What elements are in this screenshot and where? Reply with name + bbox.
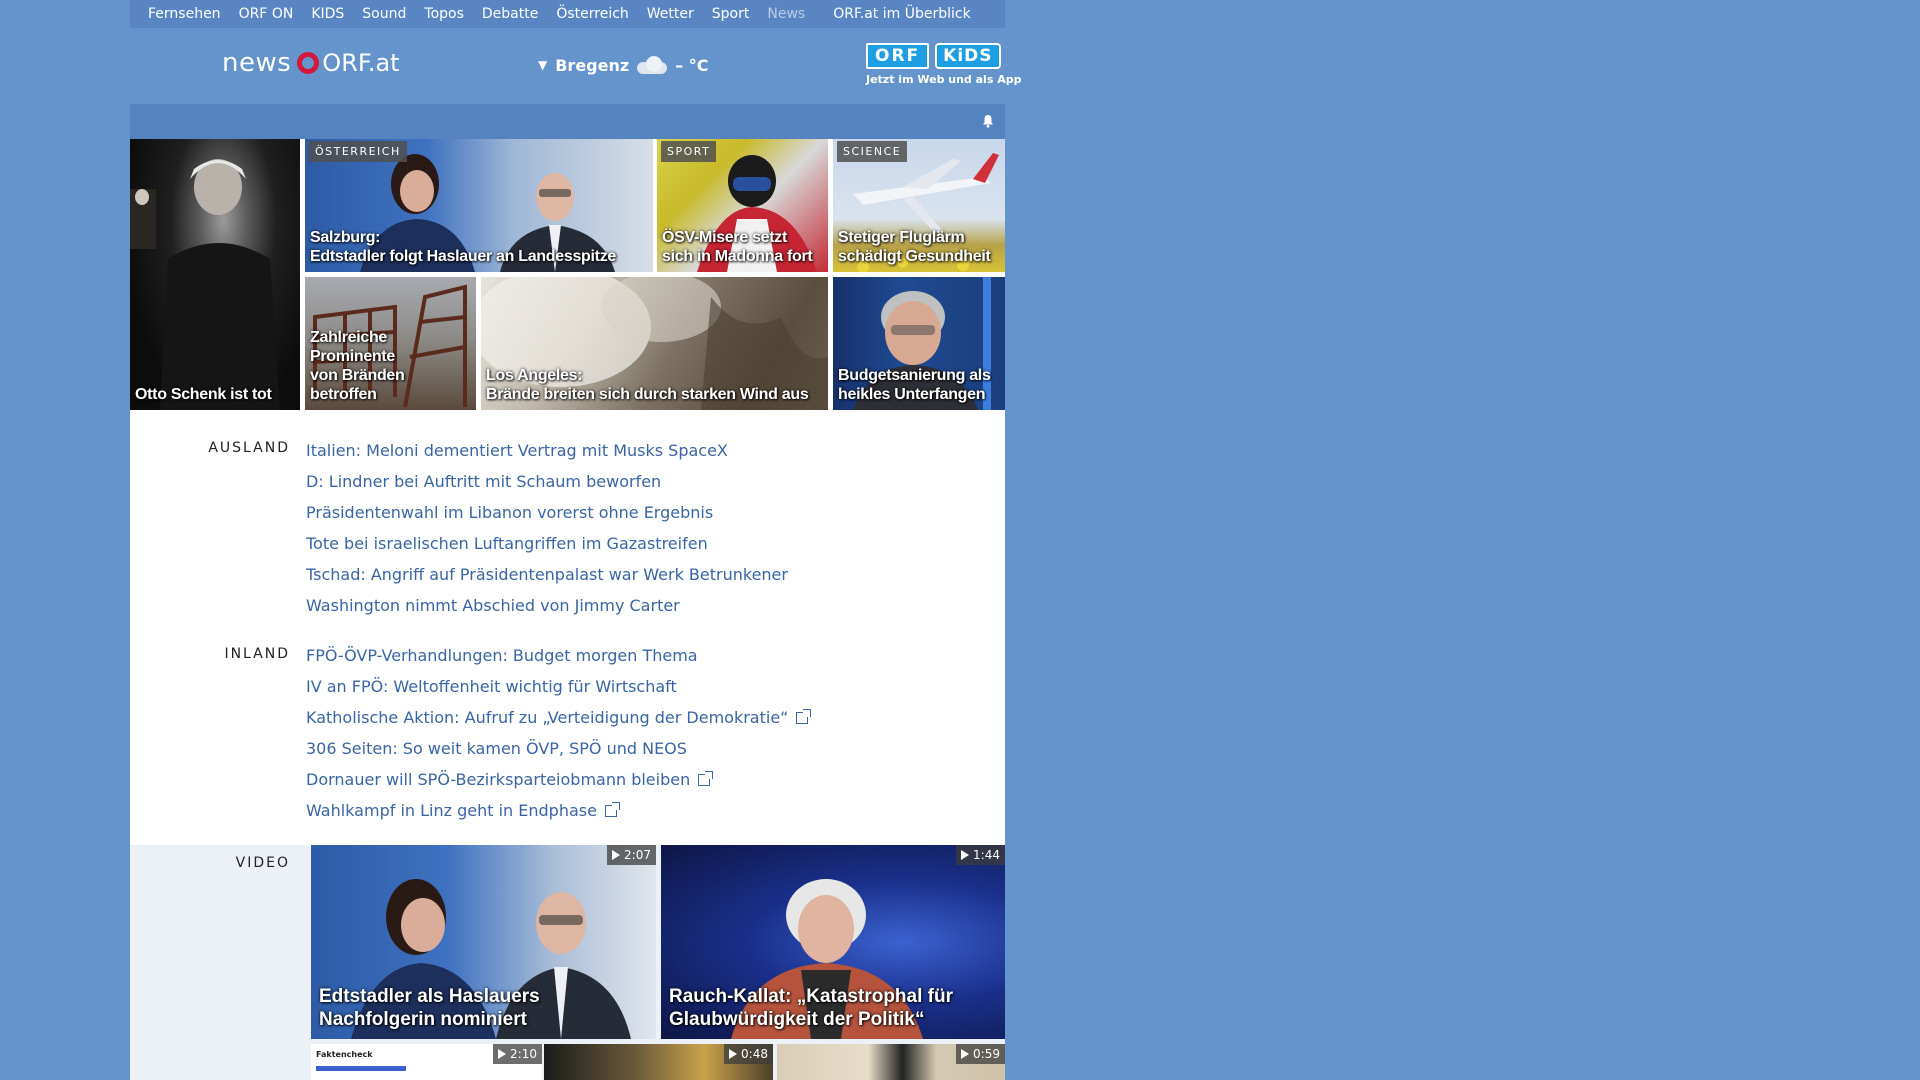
news-orf-logo[interactable]: news ORF.at: [222, 48, 400, 78]
orf-kids-promo[interactable]: ORF KiDS Jetzt im Web und als App: [866, 43, 1022, 86]
nav-item-sound[interactable]: Sound: [353, 6, 415, 22]
teaser-title: Otto Schenk ist tot: [135, 386, 272, 403]
teaser-category: SCIENCE: [837, 141, 908, 162]
play-icon: [498, 1049, 507, 1059]
headline-text: 306 Seiten: So weit kamen ÖVP, SPÖ und N…: [306, 739, 687, 758]
video-tile-second-row-2[interactable]: 0:48: [544, 1044, 773, 1080]
video-title: Rauch-Kallat: „Katastrophal für Glaubwür…: [669, 986, 953, 1030]
play-icon: [729, 1049, 738, 1059]
teaser-title: Salzburg: Edtstadler folgt Haslauer an L…: [310, 229, 616, 265]
headline-link[interactable]: Washington nimmt Abschied von Jimmy Cart…: [306, 590, 788, 621]
video-title: Edtstadler als Haslauers Nachfolgerin no…: [319, 986, 540, 1030]
bell-icon[interactable]: [982, 114, 994, 128]
weather-widget[interactable]: ▼ Bregenz – °C: [538, 55, 709, 75]
external-link-icon: [604, 802, 620, 817]
headline-link[interactable]: Italien: Meloni dementiert Vertrag mit M…: [306, 435, 788, 466]
kids-badge: KiDS: [935, 43, 1001, 69]
teaser-category: ÖSTERREICH: [309, 141, 407, 162]
teaser-title: Stetiger Fluglärm schädigt Gesundheit: [838, 229, 991, 265]
video-duration: 0:59: [956, 1044, 1005, 1064]
page: Fernsehen ORF ON KIDS Sound Topos Debatt…: [130, 0, 1022, 1080]
video-thumbnail-label: Faktencheck: [316, 1050, 373, 1059]
headline-link[interactable]: Tschad: Angriff auf Präsidentenpalast wa…: [306, 559, 788, 590]
inland-headlines: FPÖ-ÖVP-Verhandlungen: Budget morgen The…: [306, 640, 812, 826]
headline-link[interactable]: Dornauer will SPÖ-Bezirksparteiobmann bl…: [306, 764, 808, 795]
teaser-tile-oesv[interactable]: SPORT ÖSV-Misere setzt sich in Madonna f…: [657, 139, 828, 272]
teaser-tile-salzburg[interactable]: ÖSTERREICH Salzburg: Edtstadler folgt Ha…: [305, 139, 653, 272]
section-label-ausland: AUSLAND: [208, 440, 290, 456]
teaser-tile-fluglaerm[interactable]: SCIENCE Stetiger Fluglärm schädigt Gesun…: [833, 139, 1005, 272]
video-duration: 0:48: [724, 1044, 773, 1064]
teaser-tile-otto-schenk[interactable]: Otto Schenk ist tot: [130, 139, 300, 410]
video-tile-rauch-kallat[interactable]: 1:44 Rauch-Kallat: „Katastrophal für Gla…: [661, 845, 1005, 1039]
video-duration: 2:07: [607, 845, 656, 865]
teaser-title: Zahlreiche Prominente von Bränden betrof…: [310, 329, 405, 403]
nav-item-fernsehen[interactable]: Fernsehen: [130, 6, 230, 22]
orf-ring-icon: [297, 52, 320, 74]
orf-badge: ORF: [866, 43, 930, 69]
teaser-tile-los-angeles[interactable]: Los Angeles: Brände breiten sich durch s…: [481, 277, 828, 410]
nav-item-oesterreich[interactable]: Österreich: [547, 6, 637, 22]
video-tile-edtstadler[interactable]: 2:07 Edtstadler als Haslauers Nachfolger…: [311, 845, 656, 1039]
external-link-icon: [796, 709, 812, 724]
play-icon: [612, 850, 621, 860]
nav-item-wetter[interactable]: Wetter: [638, 6, 703, 22]
cloud-icon: [635, 55, 669, 75]
headline-link[interactable]: D: Lindner bei Auftritt mit Schaum bewor…: [306, 466, 788, 497]
teaser-title: Budgetsanierung als heikles Unterfangen: [838, 367, 991, 403]
top-navigation: Fernsehen ORF ON KIDS Sound Topos Debatt…: [130, 0, 1005, 28]
weather-city: Bregenz: [555, 55, 630, 75]
headline-link[interactable]: IV an FPÖ: Weltoffenheit wichtig für Wir…: [306, 671, 808, 702]
video-duration: 2:10: [493, 1044, 542, 1064]
headline-link[interactable]: FPÖ-ÖVP-Verhandlungen: Budget morgen The…: [306, 640, 808, 671]
video-tile-faktencheck[interactable]: Faktencheck 2:10: [311, 1044, 542, 1080]
chevron-down-icon: ▼: [538, 58, 548, 72]
play-icon: [961, 850, 970, 860]
headline-text: Katholische Aktion: Aufruf zu „Verteidig…: [306, 708, 789, 727]
play-icon: [961, 1049, 970, 1059]
teaser-category: SPORT: [661, 141, 717, 162]
headline-text: FPÖ-ÖVP-Verhandlungen: Budget morgen The…: [306, 646, 698, 665]
nav-item-debatte[interactable]: Debatte: [473, 6, 547, 22]
headline-text: IV an FPÖ: Weltoffenheit wichtig für Wir…: [306, 677, 677, 696]
video-section: VIDEO 2:07 Edtstadler als Haslauers Nach…: [130, 845, 1005, 1080]
video-tile-second-row-3[interactable]: 0:59: [777, 1044, 1005, 1080]
external-link-icon: [698, 771, 714, 786]
video-thumbnail-bar: [316, 1066, 406, 1071]
nav-item-news[interactable]: News: [758, 6, 814, 22]
weather-temperature: – °C: [675, 55, 709, 75]
section-label-video: VIDEO: [235, 855, 290, 871]
headline-link[interactable]: Tote bei israelischen Luftangriffen im G…: [306, 528, 788, 559]
nav-item-topos[interactable]: Topos: [415, 6, 472, 22]
nav-item-overview[interactable]: ORF.at im Überblick: [824, 6, 979, 22]
section-label-inland: INLAND: [224, 646, 290, 662]
teaser-image: [130, 159, 280, 410]
teaser-title: Los Angeles: Brände breiten sich durch s…: [486, 367, 809, 403]
headline-link[interactable]: Katholische Aktion: Aufruf zu „Verteidig…: [306, 702, 812, 733]
headline-text: Wahlkampf in Linz geht in Endphase: [306, 801, 597, 820]
logo-news-text: news: [222, 48, 292, 78]
video-duration: 1:44: [956, 845, 1005, 865]
teaser-tile-prominente[interactable]: Zahlreiche Prominente von Bränden betrof…: [305, 277, 476, 410]
teaser-tile-budget[interactable]: Budgetsanierung als heikles Unterfangen: [833, 277, 1005, 410]
kids-tagline: Jetzt im Web und als App: [866, 73, 1022, 86]
headline-link[interactable]: Wahlkampf in Linz geht in Endphase: [306, 795, 808, 826]
logo-orf-text: ORF.at: [322, 49, 400, 77]
nav-item-sport[interactable]: Sport: [703, 6, 759, 22]
nav-item-kids[interactable]: KIDS: [302, 6, 353, 22]
orf-kids-logo: ORF KiDS: [866, 43, 1006, 69]
notification-bar: [130, 104, 1005, 139]
headline-link[interactable]: Präsidentenwahl im Libanon vorerst ohne …: [306, 497, 788, 528]
headline-text: Dornauer will SPÖ-Bezirksparteiobmann bl…: [306, 770, 691, 789]
teaser-title: ÖSV-Misere setzt sich in Madonna fort: [662, 229, 813, 265]
headline-link[interactable]: 306 Seiten: So weit kamen ÖVP, SPÖ und N…: [306, 733, 808, 764]
site-header: news ORF.at ▼ Bregenz – °C ORF KiDS Jetz…: [130, 28, 1022, 104]
nav-item-orf-on[interactable]: ORF ON: [230, 6, 303, 22]
ausland-headlines: Italien: Meloni dementiert Vertrag mit M…: [306, 435, 788, 621]
